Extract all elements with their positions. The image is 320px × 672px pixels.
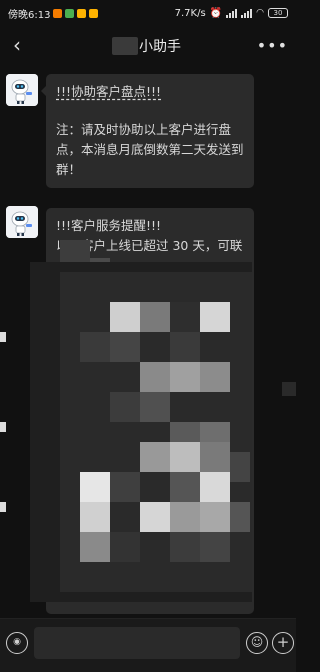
page-title: 小助手 — [139, 39, 181, 55]
message-body: 注：请及时协助以上客户进行盘点，本消息月底倒数第二天发送到群！ — [56, 122, 244, 177]
message-bubble[interactable]: !!!客户服务提醒!!! 以下客户上线已超过 30 天，可联 01-0 — [46, 208, 254, 614]
alarm-icon: ⏰ — [209, 7, 223, 19]
message-bubble[interactable]: !!!协助客户盘点!!! 注：请及时协助以上客户进行盘点，本消息月底倒数第二天发… — [41, 74, 254, 188]
robot-avatar-icon — [6, 74, 38, 106]
avatar[interactable] — [6, 206, 38, 238]
network-speed: 7.7K/s — [174, 7, 206, 19]
phone-icon — [65, 8, 75, 18]
wifi-icon: ◠ — [256, 8, 264, 18]
status-time: 傍晚6:13 — [8, 9, 51, 21]
robot-avatar-icon — [6, 206, 38, 238]
chat-title: 小助手 — [112, 36, 181, 56]
status-bar: 傍晚6:13 7.7K/s ⏰ ◠ 30 — [0, 0, 296, 26]
avatar[interactable] — [6, 74, 38, 106]
app-notification-icon — [53, 8, 63, 18]
message-body: 以下客户上线已超过 30 天，可联 — [56, 238, 243, 253]
signal-icon — [226, 8, 238, 18]
back-button[interactable]: ‹ — [6, 34, 28, 58]
chat-header: ‹ 小助手 ••• — [0, 26, 296, 66]
more-options-button[interactable]: ••• — [257, 36, 288, 55]
chat-input-bar: ◉ ☺ + — [0, 618, 296, 672]
message-fragment: 01-0 — [56, 570, 85, 585]
voice-input-button[interactable]: ◉ — [6, 632, 28, 654]
message-title: !!!客户服务提醒!!! — [56, 218, 162, 233]
emoji-button[interactable]: ☺ — [246, 632, 268, 654]
app-notification-icon — [77, 8, 87, 18]
redacted-name — [112, 37, 138, 55]
message-title: !!!协助客户盘点!!! — [56, 84, 162, 99]
battery-icon: 30 — [268, 8, 288, 18]
app-notification-icon — [89, 8, 99, 18]
signal-icon — [241, 8, 253, 18]
add-attachment-button[interactable]: + — [272, 632, 294, 654]
message-input[interactable] — [34, 627, 240, 659]
